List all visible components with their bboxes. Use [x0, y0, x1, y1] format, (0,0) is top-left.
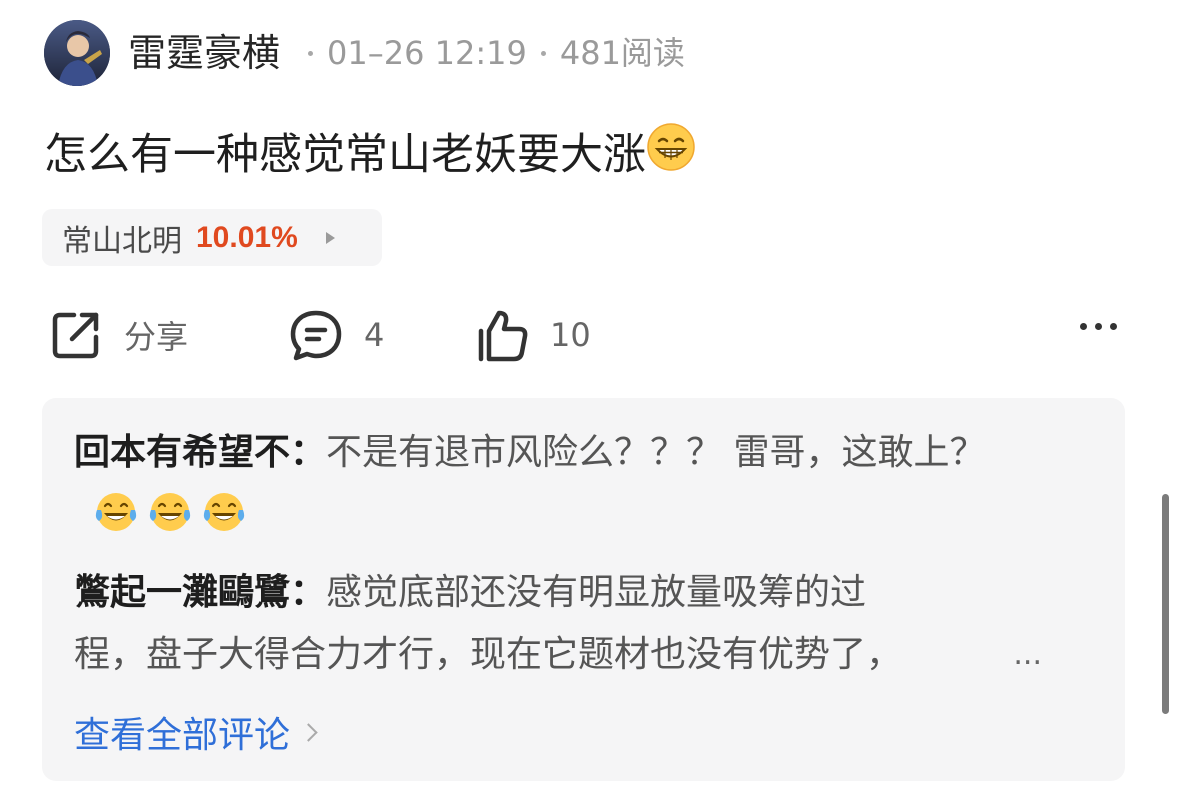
thumbs-up-icon: [478, 310, 528, 362]
more-dot: [1080, 323, 1087, 330]
post-text: 怎么有一种感觉常山老妖要大涨: [44, 129, 646, 180]
scrollbar[interactable]: [1162, 494, 1169, 714]
stock-change: 10.01%: [196, 220, 298, 254]
view-all-label: 查看全部评论: [74, 715, 291, 756]
tears-of-joy-icon: [95, 493, 137, 531]
action-bar: 分享 4 10: [0, 305, 1179, 365]
author-name[interactable]: 雷霆豪横: [128, 34, 280, 72]
more-options-icon[interactable]: [1080, 323, 1117, 330]
like-count: 10: [550, 316, 591, 354]
avatar[interactable]: [44, 20, 110, 86]
grinning-face-icon: [646, 122, 696, 187]
post-date: 01–26 12:19: [327, 34, 527, 72]
chevron-right-icon: [299, 722, 318, 742]
comment-separator: ：: [290, 432, 327, 473]
view-all-comments-link[interactable]: 查看全部评论: [74, 706, 318, 758]
comment-user[interactable]: 回本有希望不: [74, 432, 290, 473]
share-label: 分享: [124, 318, 189, 356]
read-count: 481阅读: [559, 34, 685, 72]
tears-of-joy-icon: [203, 493, 245, 531]
comments-preview: 回本有希望不：不是有退市风险么？？？ 雷哥，这敢上？ 鷩起一灘鷗鷺：感觉底部还没…: [42, 398, 1125, 781]
separator-dot: [540, 50, 546, 56]
comment-separator: ：: [290, 572, 327, 613]
emoji-row: [92, 490, 248, 534]
post-content: 怎么有一种感觉常山老妖要大涨: [44, 122, 696, 187]
tears-of-joy-icon: [149, 493, 191, 531]
comment-text-line2: 程，盘子大得合力才行，现在它题材也没有优势了，: [74, 634, 903, 675]
stock-name: 常山北明: [62, 223, 182, 259]
comment-text: 不是有退市风险么？？？ 雷哥，这敢上？: [326, 432, 986, 473]
post-header: 雷霆豪横 01–26 12:19 481阅读: [44, 18, 685, 88]
post-meta: 01–26 12:19 481阅读: [294, 37, 685, 69]
separator-dot: [308, 50, 314, 56]
comment-item[interactable]: 回本有希望不：不是有退市风险么？？？ 雷哥，这敢上？: [74, 422, 1074, 546]
comment-item[interactable]: 鷩起一灘鷗鷺：感觉底部还没有明显放量吸筹的过 程，盘子大得合力才行，现在它题材也…: [74, 562, 1074, 686]
comment-text-line1: 感觉底部还没有明显放量吸筹的过: [326, 572, 867, 613]
comment-icon: [290, 310, 342, 361]
truncation-ellipsis: ...: [1013, 637, 1042, 672]
comment-count: 4: [364, 316, 385, 354]
like-button[interactable]: 10: [474, 305, 591, 365]
play-arrow-icon: [325, 231, 335, 244]
share-icon: [52, 312, 99, 359]
stock-tag[interactable]: 常山北明 10.01%: [42, 209, 382, 266]
share-button[interactable]: 分享: [48, 305, 188, 365]
comment-user[interactable]: 鷩起一灘鷗鷺: [74, 572, 290, 613]
more-dot: [1095, 323, 1102, 330]
comment-button[interactable]: 4: [288, 305, 384, 365]
more-dot: [1110, 323, 1117, 330]
